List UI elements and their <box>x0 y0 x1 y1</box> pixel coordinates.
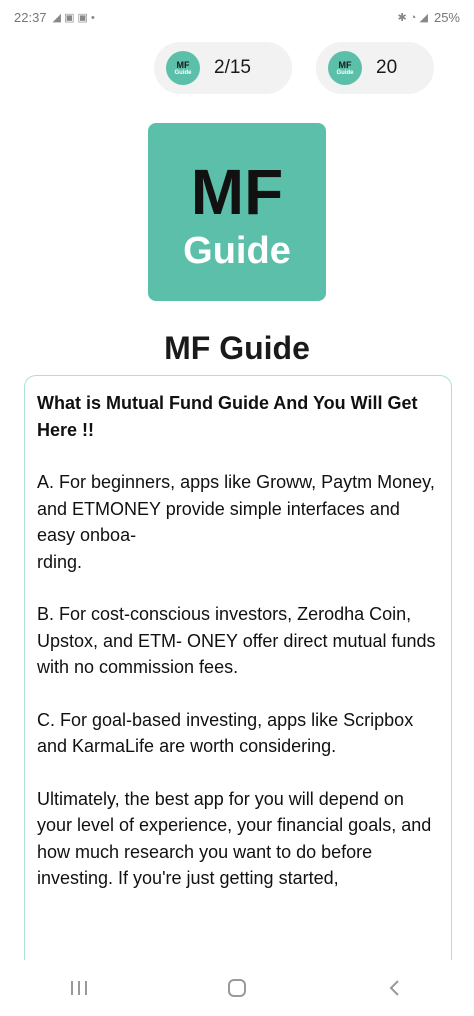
home-button[interactable] <box>207 968 267 1008</box>
content-paragraph-a: A. For beginners, apps like Groww, Paytm… <box>37 472 435 572</box>
status-left: 22:37 ◢ ▣ ▣ • <box>14 10 95 25</box>
page-title: MF Guide <box>164 330 310 366</box>
home-icon <box>228 979 246 997</box>
logo-mf-text: MF <box>190 156 284 228</box>
content-card[interactable]: What is Mutual Fund Guide And You Will G… <box>24 375 452 975</box>
count-value: 20 <box>376 57 398 78</box>
content-paragraph-c: C. For goal-based investing, apps like S… <box>37 709 414 757</box>
back-button[interactable] <box>365 968 425 1008</box>
recents-button[interactable] <box>49 968 109 1008</box>
battery-level: 25% <box>433 9 460 25</box>
system-nav-bar <box>0 960 474 1016</box>
progress-value: 2/15 <box>214 57 251 78</box>
status-bar: 22:37 ◢ ▣ ▣ • ✱ ◔ ◢ 25% <box>0 0 474 34</box>
signal-icons: ✱ ◔ ◢ <box>397 11 428 24</box>
logo-guide-text: Guide <box>183 230 291 272</box>
back-icon <box>389 980 399 996</box>
count-badge[interactable]: MF Guide 20 <box>316 42 434 94</box>
badge-icon-top: MF <box>338 59 352 70</box>
content-paragraph-b: B. For cost-conscious investors, Zerodha… <box>37 604 436 677</box>
status-right: ✱ ◔ ◢ 25% <box>398 10 460 25</box>
status-time: 22:37 <box>14 9 47 25</box>
recents-icon <box>71 981 87 995</box>
mf-guide-icon: MF Guide <box>166 51 200 85</box>
badge-icon-top: MF <box>176 59 190 70</box>
app-logo: MF Guide <box>148 123 326 301</box>
content-heading: What is Mutual Fund Guide And You Will G… <box>37 393 418 440</box>
content-paragraph-summary: Ultimately, the best app for you will de… <box>37 788 432 889</box>
notification-icons: ◢ ▣ ▣ • <box>52 11 95 24</box>
badge-icon-bottom: Guide <box>336 69 354 76</box>
progress-badge[interactable]: MF Guide 2/15 <box>154 42 292 94</box>
badge-icon-bottom: Guide <box>174 69 192 76</box>
mf-guide-icon: MF Guide <box>328 51 362 85</box>
